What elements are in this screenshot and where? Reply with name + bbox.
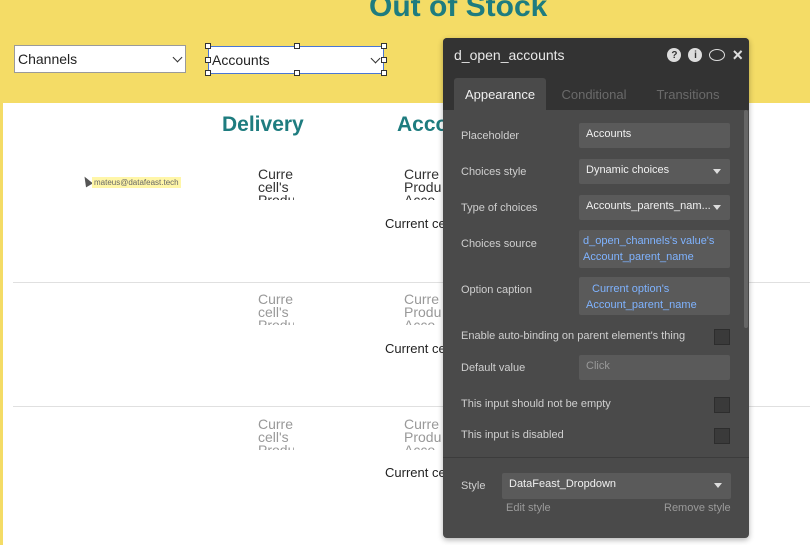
table-cell: Curre cell's Produ — [258, 168, 294, 200]
not-empty-label: This input should not be empty — [461, 398, 611, 410]
choices-style-dropdown[interactable]: Dynamic choices — [579, 159, 730, 184]
not-empty-checkbox[interactable] — [714, 397, 730, 413]
resize-handle[interactable] — [381, 70, 387, 76]
table-cell: Curre cell's Produ — [258, 293, 294, 325]
choices-style-label: Choices style — [461, 166, 527, 178]
channels-dropdown[interactable]: Channels — [14, 45, 186, 73]
type-of-choices-dropdown[interactable]: Accounts_parents_nam... — [579, 195, 730, 220]
resize-handle[interactable] — [294, 43, 300, 49]
disabled-checkbox[interactable] — [714, 428, 730, 444]
caret-down-icon — [713, 205, 721, 210]
choices-source-label: Choices source — [461, 238, 537, 250]
table-cell: Curre Produ Acco — [404, 293, 442, 325]
table-cell: Curre Produ Acco — [404, 168, 442, 200]
choices-source-expression[interactable]: d_open_channels's value's Account_parent… — [579, 230, 730, 268]
choices-style-value: Dynamic choices — [586, 164, 670, 176]
disabled-label: This input is disabled — [461, 429, 564, 441]
style-value: DataFeast_Dropdown — [509, 478, 617, 490]
resize-handle[interactable] — [294, 70, 300, 76]
panel-header: d_open_accounts ? i × — [443, 38, 749, 72]
column-header-delivery: Delivery — [222, 113, 304, 136]
table-cell: Current ce — [385, 465, 446, 480]
resize-handle[interactable] — [381, 57, 387, 63]
type-of-choices-value: Accounts_parents_nam... — [586, 200, 711, 212]
comment-icon[interactable] — [709, 49, 726, 61]
default-value-label: Default value — [461, 362, 526, 374]
resize-handle[interactable] — [381, 43, 387, 49]
style-dropdown[interactable]: DataFeast_Dropdown — [502, 473, 731, 499]
property-editor-panel: d_open_accounts ? i × Appearance Conditi… — [443, 38, 749, 538]
panel-divider — [443, 457, 749, 458]
tab-appearance[interactable]: Appearance — [454, 78, 546, 110]
channels-dropdown-value: Channels — [18, 51, 78, 67]
page-title: Out of Stock — [369, 0, 548, 23]
help-icon[interactable]: ? — [667, 48, 682, 62]
auto-binding-label: Enable auto-binding on parent element's … — [461, 330, 686, 342]
panel-scrollbar[interactable] — [744, 110, 748, 328]
chevron-down-icon — [172, 52, 183, 63]
remove-style-link[interactable]: Remove style — [664, 502, 731, 514]
table-cell: Current ce — [385, 216, 446, 231]
table-cell: Current ce — [385, 341, 446, 356]
panel-title: d_open_accounts — [454, 47, 565, 63]
close-icon[interactable]: × — [732, 46, 743, 64]
chevron-down-icon — [370, 53, 381, 64]
accounts-dropdown-value: Accounts — [212, 52, 270, 68]
panel-tabs: Appearance Conditional Transitions — [443, 72, 749, 110]
column-header-accounts: Acco — [397, 113, 449, 136]
option-caption-label: Option caption — [461, 284, 532, 296]
tab-transitions[interactable]: Transitions — [648, 78, 728, 110]
table-cell: Curre Produ Acco — [404, 418, 442, 450]
resize-handle[interactable] — [205, 70, 211, 76]
type-of-choices-label: Type of choices — [461, 202, 538, 214]
tab-conditional[interactable]: Conditional — [553, 78, 635, 110]
resize-handle[interactable] — [205, 43, 211, 49]
edit-style-link[interactable]: Edit style — [506, 502, 551, 514]
style-label: Style — [461, 480, 486, 492]
auto-binding-checkbox[interactable] — [714, 329, 730, 345]
user-email-tag: mateus@datafeast.tech — [92, 177, 181, 188]
option-caption-expression[interactable]: Current option's Account_parent_name — [579, 277, 730, 315]
placeholder-label: Placeholder — [461, 130, 520, 142]
caret-down-icon — [713, 169, 721, 174]
caret-down-icon — [714, 483, 722, 488]
placeholder-input[interactable]: Accounts — [579, 123, 730, 148]
info-icon[interactable]: i — [688, 48, 703, 62]
table-cell: Curre cell's Produ — [258, 418, 294, 450]
resize-handle[interactable] — [205, 57, 211, 63]
default-value-input[interactable]: Click — [579, 355, 730, 380]
